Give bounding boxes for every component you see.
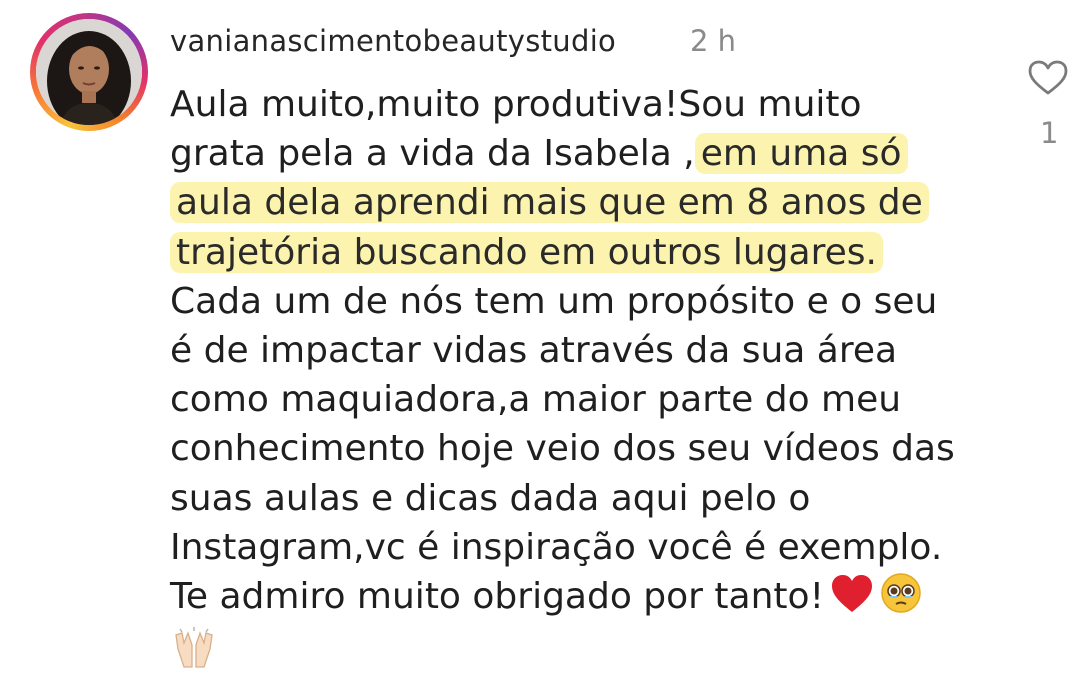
heart-outline-icon — [1028, 60, 1068, 95]
comment-text-part-2: Cada um de nós tem um propósito e o seu … — [170, 280, 955, 618]
red-heart-icon — [830, 574, 874, 627]
teary-face-icon — [880, 572, 922, 627]
story-ring[interactable] — [30, 13, 148, 131]
profile-photo — [36, 19, 142, 125]
comment-text: Aula muito,muito produtiva!Sou muito gra… — [170, 80, 1000, 684]
raised-hands-icon — [170, 627, 218, 684]
avatar[interactable] — [36, 19, 142, 125]
like-button[interactable] — [1024, 56, 1072, 100]
comment-username[interactable]: vanianascimentobeautystudio — [170, 24, 616, 58]
like-count: 1 — [1040, 116, 1059, 150]
comment-timestamp: 2 h — [690, 24, 737, 58]
comment-item: vanianascimentobeautystudio 2 h Aula mui… — [0, 0, 1080, 684]
